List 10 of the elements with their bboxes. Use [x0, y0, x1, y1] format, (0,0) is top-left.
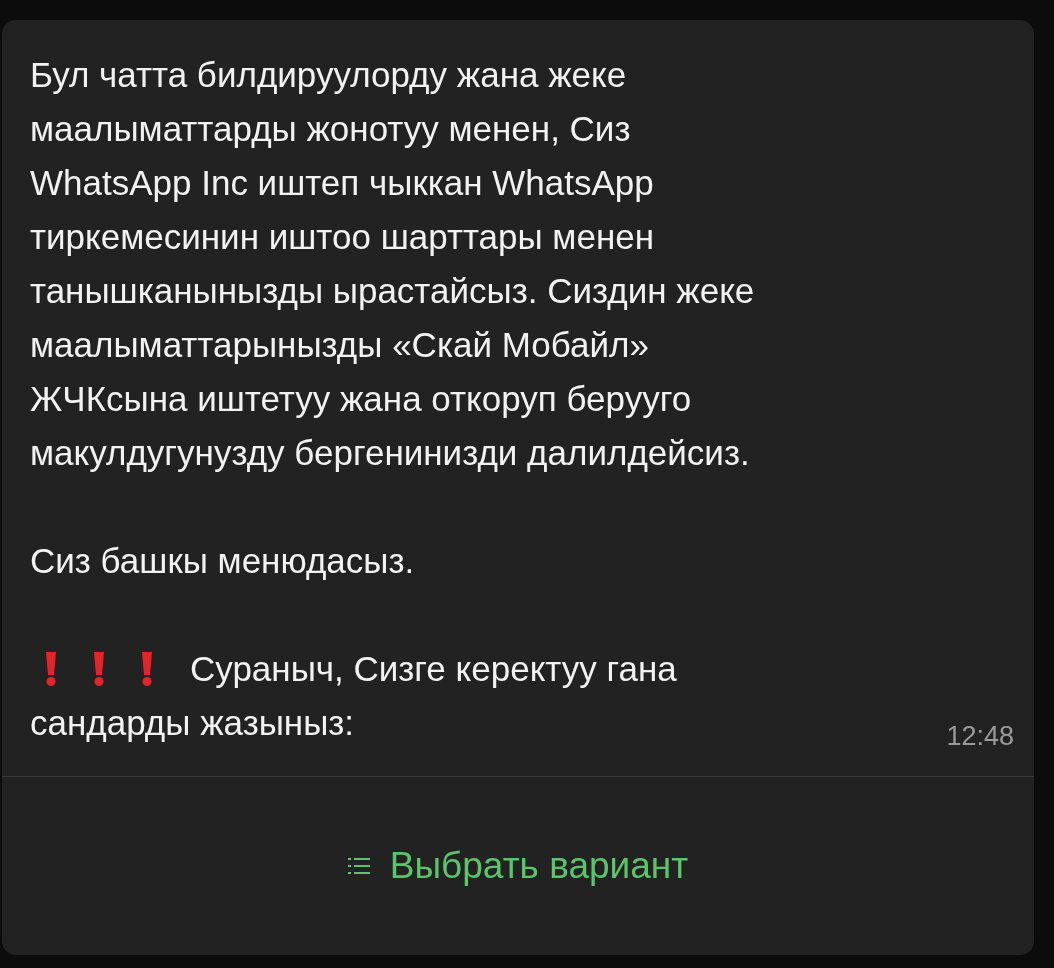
message-text: Сураныч, Сизге керектуу гана — [190, 648, 677, 690]
message-text: Бул чатта билдируулорду жана жеке маалыматтарды жонотуу менен, Сиз WhatsApp Inc иштеп чыккан WhatsApp тиркемесинин иштоо шарттары менен танышканынызды ырастайсыз. Сиздин жеке маалыматтарынызды «Скай Мобайл» ЖЧКсына иштетуу жана откоруп берууго макулдугунузду бергенинизди далилдейсиз. — [30, 54, 756, 474]
message-text: сандарды жазыныз: — [30, 702, 355, 744]
message-text: Сиз башкы менюдасыз. — [30, 540, 416, 582]
exclamation-icon — [92, 652, 106, 686]
message-time: 12:48 — [946, 720, 1014, 753]
exclamation-icon — [140, 652, 154, 686]
list-icon — [347, 856, 370, 876]
exclamation-icon — [44, 652, 58, 686]
choose-option-button[interactable]: Выбрать вариант — [2, 777, 1034, 955]
